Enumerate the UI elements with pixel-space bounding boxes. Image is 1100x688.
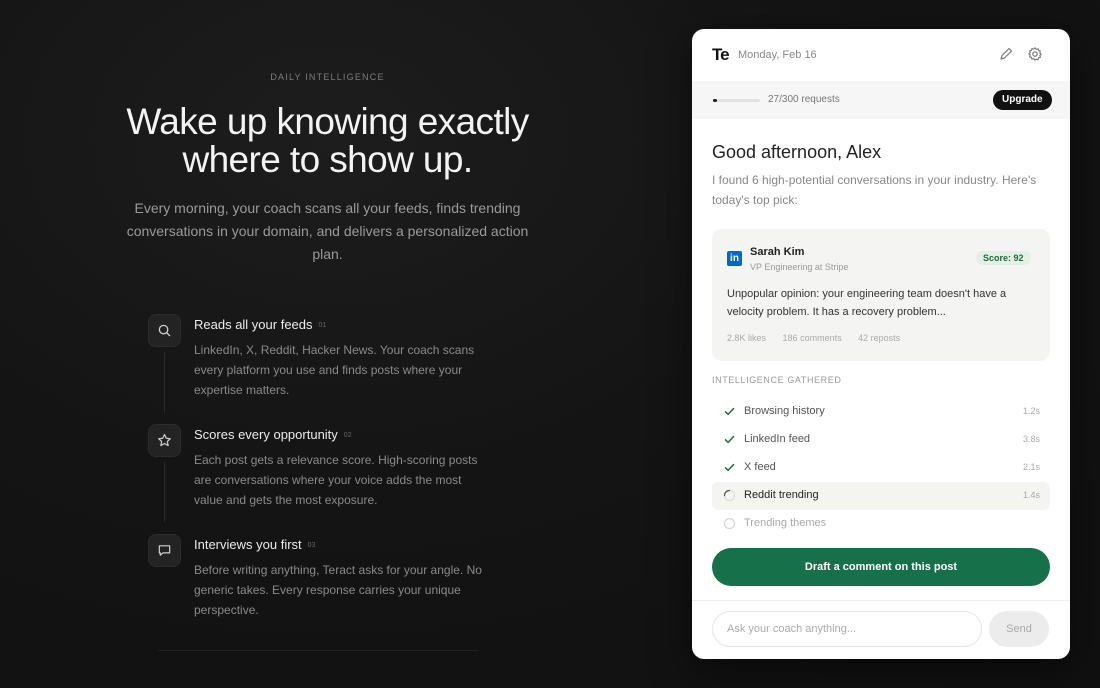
coach-app-card: Te Monday, Feb 16 27/300 requests Upgrad… (692, 29, 1070, 659)
draft-comment-button[interactable]: Draft a comment on this post (712, 548, 1050, 586)
intel-item-label: Browsing history (744, 405, 825, 417)
headline-line-1: Wake up knowing exactly (126, 101, 529, 142)
post-stats: 2.8K likes 186 comments 42 reposts (727, 333, 914, 343)
reposts-count: 42 reposts (858, 333, 901, 343)
send-button[interactable]: Send (989, 611, 1049, 647)
step-number: 01 (318, 322, 327, 330)
chat-icon (148, 534, 181, 567)
check-icon (723, 433, 736, 446)
intel-item-time: 1.2s (1022, 406, 1040, 416)
card-header: Te Monday, Feb 16 (692, 29, 1070, 81)
intelligence-label: INTELLIGENCE GATHERED (712, 375, 842, 385)
divider (158, 650, 478, 651)
intel-item: Trending themes (712, 510, 1050, 538)
comments-count: 186 comments (782, 333, 842, 343)
step-description: LinkedIn, X, Reddit, Hacker News. Your c… (194, 343, 475, 397)
greeting: Good afternoon, Alex (712, 142, 882, 162)
intelligence-list: Browsing history 1.2s LinkedIn feed 3.8s X f… (712, 398, 1050, 538)
date-label: Monday, Feb 16 (738, 49, 817, 61)
top-pick-post[interactable]: in Sarah Kim VP Engineering at Stripe Sc… (712, 229, 1050, 361)
step-number: 03 (307, 542, 316, 550)
eyebrow-label: DAILY INTELLIGENCE (270, 72, 385, 82)
score-badge: Score: 92 (976, 251, 1031, 265)
check-icon (723, 405, 736, 418)
hero-section: DAILY INTELLIGENCE Wake up knowing exact… (0, 0, 660, 688)
spinner-icon (723, 489, 736, 502)
headline-line-2: where to show up. (182, 139, 473, 180)
intel-item: Reddit trending 1.4s (712, 482, 1050, 510)
intel-item: X feed 2.1s (712, 454, 1050, 482)
usage-progress-fill (713, 99, 718, 102)
intel-item-time: 1.4s (1022, 490, 1040, 500)
pencil-icon[interactable] (998, 46, 1014, 62)
step-reads-feeds: Reads all your feeds 01 LinkedIn, X, Redd… (148, 314, 488, 424)
intel-item-label: Reddit trending (744, 489, 819, 501)
intro-text: I found 6 high-potential conversations i… (712, 173, 1037, 207)
step-title: Reads all your feeds 01 (194, 317, 327, 332)
divider (692, 600, 1070, 601)
intel-item: Browsing history 1.2s (712, 398, 1050, 426)
intel-item-label: X feed (744, 461, 776, 473)
likes-count: 2.8K likes (727, 333, 767, 343)
step-number: 02 (343, 432, 352, 440)
step-connector (164, 352, 165, 412)
intel-item: LinkedIn feed 3.8s (712, 426, 1050, 454)
upgrade-button[interactable]: Upgrade (993, 90, 1052, 110)
check-icon (723, 461, 736, 474)
step-scores-opportunity: Scores every opportunity 02 Each post get… (148, 424, 488, 534)
pending-circle-icon (723, 517, 736, 530)
usage-bar: 27/300 requests Upgrade (692, 81, 1070, 119)
step-interviews-you: Interviews you first 03 Before writing an… (148, 534, 488, 644)
post-author-role: VP Engineering at Stripe (750, 262, 849, 272)
usage-progress (713, 99, 760, 102)
gear-icon[interactable] (1027, 46, 1043, 62)
feature-steps: Reads all your feeds 01 LinkedIn, X, Redd… (148, 314, 488, 644)
star-icon (148, 424, 181, 457)
post-text: Unpopular opinion: your engineering team… (727, 288, 1007, 318)
step-title: Interviews you first 03 (194, 537, 316, 552)
requests-count: 27/300 requests (768, 94, 840, 105)
app-logo: Te (712, 45, 730, 64)
linkedin-icon: in (727, 251, 742, 266)
hero-subtitle: Every morning, your coach scans all your… (126, 200, 529, 262)
step-title: Scores every opportunity 02 (194, 427, 352, 442)
hero-headline: Wake up knowing exactly where to show up… (0, 103, 655, 179)
intel-item-time: 2.1s (1022, 462, 1040, 472)
intel-item-time: 3.8s (1022, 434, 1040, 444)
step-description: Each post gets a relevance score. High-s… (194, 453, 478, 507)
post-author: Sarah Kim (750, 246, 805, 258)
ask-coach-input[interactable] (712, 611, 982, 647)
step-connector (164, 462, 165, 522)
intel-item-label: Trending themes (744, 517, 827, 529)
step-description: Before writing anything, Teract asks for… (194, 563, 482, 617)
search-icon (148, 314, 181, 347)
intel-item-label: LinkedIn feed (744, 433, 811, 445)
